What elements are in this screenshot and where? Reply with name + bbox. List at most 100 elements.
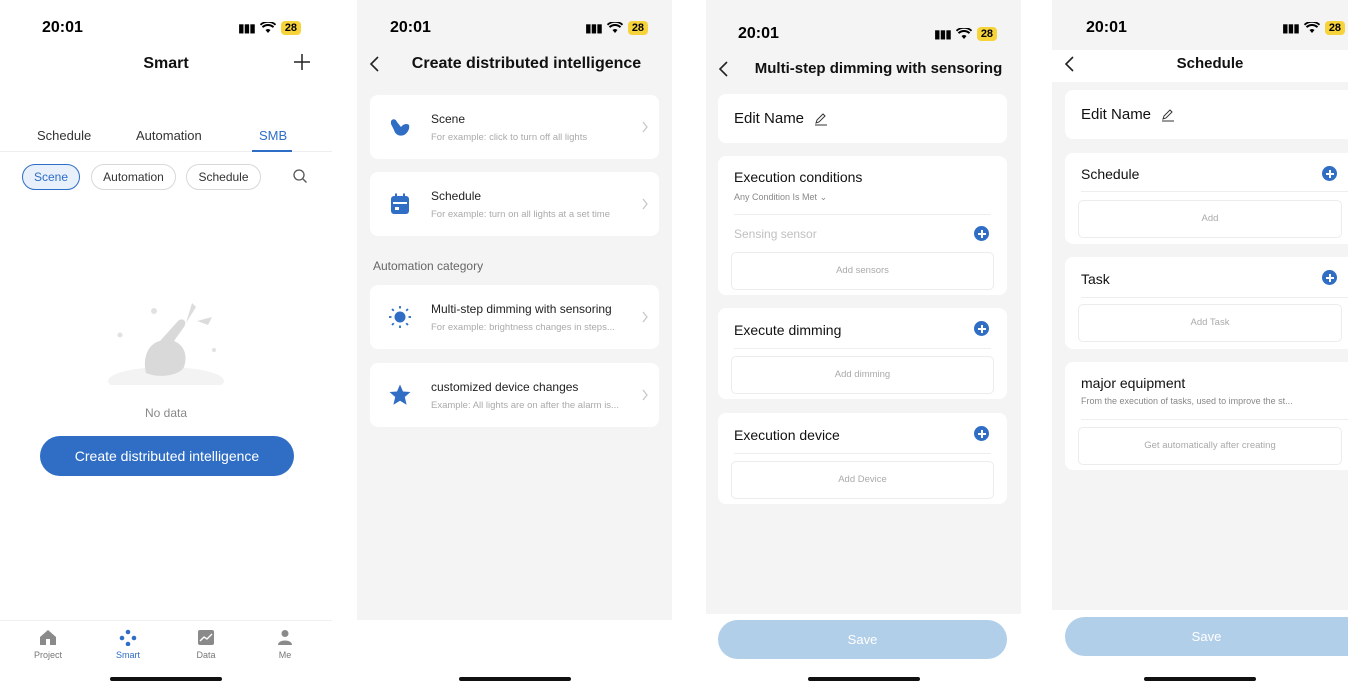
add-task-icon[interactable] xyxy=(1322,270,1337,285)
option-multi-step-dimming[interactable]: Multi-step dimming with sensoring For ex… xyxy=(370,285,659,349)
auto-equipment-field: Get automatically after creating xyxy=(1078,427,1342,465)
section-title: major equipment xyxy=(1081,375,1186,391)
chip-automation[interactable]: Automation xyxy=(91,164,176,190)
status-bar: 20:01 ▮▮▮ 28 xyxy=(1052,0,1348,56)
chevron-down-icon: ⌄ xyxy=(819,192,828,202)
add-dimming-icon[interactable] xyxy=(974,321,989,336)
execution-conditions-card: Execution conditions Any Condition Is Me… xyxy=(718,156,1007,295)
divider xyxy=(734,453,991,454)
option-title: Multi-step dimming with sensoring xyxy=(431,302,612,316)
nav-data[interactable]: Data xyxy=(181,629,231,660)
option-description: Example: All lights are on after the ala… xyxy=(431,400,619,411)
section-title: Execution conditions xyxy=(734,169,863,185)
nav-label-smart: Smart xyxy=(115,650,140,660)
condition-mode-select[interactable]: Any Condition Is Met ⌄ xyxy=(734,192,827,203)
home-indicator xyxy=(807,677,920,681)
edit-name-field[interactable]: Edit Name xyxy=(734,110,828,127)
home-icon xyxy=(40,630,56,645)
option-schedule[interactable]: Schedule For example: turn on all lights… xyxy=(370,172,659,236)
chevron-right-icon xyxy=(642,389,648,401)
sun-icon xyxy=(389,306,411,328)
edit-name-label: Edit Name xyxy=(1081,106,1152,123)
status-icons: ▮▮▮ 28 xyxy=(585,21,649,35)
option-customized-device-changes[interactable]: customized device changes Example: All l… xyxy=(370,363,659,427)
search-icon[interactable] xyxy=(292,168,308,184)
section-title: Execute dimming xyxy=(734,322,842,338)
status-bar: 20:01 ▮▮▮ 28 xyxy=(706,0,1021,56)
add-device-icon[interactable] xyxy=(974,426,989,441)
nav-smart[interactable]: Smart xyxy=(103,629,153,660)
chip-scene[interactable]: Scene xyxy=(22,164,80,190)
section-title: Execution device xyxy=(734,427,840,443)
divider xyxy=(1081,297,1348,298)
major-equipment-card: major equipment From the execution of ta… xyxy=(1065,362,1348,470)
divider xyxy=(1081,191,1348,192)
status-icons: ▮▮▮ 28 xyxy=(238,21,302,35)
header: Schedule xyxy=(1052,50,1348,82)
tab-schedule[interactable]: Schedule xyxy=(37,128,91,143)
schedule-screen: 20:01 ▮▮▮ 28 Schedule Edit Name Schedule… xyxy=(1052,0,1348,683)
option-title: Scene xyxy=(431,112,466,126)
edit-name-label: Edit Name xyxy=(734,110,805,127)
save-button[interactable]: Save xyxy=(718,620,1007,659)
home-indicator xyxy=(110,677,222,681)
execute-dimming-card: Execute dimming Add dimming xyxy=(718,308,1007,399)
status-time: 20:01 xyxy=(42,19,83,36)
nav-me[interactable]: Me xyxy=(260,629,310,660)
empty-state-illustration xyxy=(108,303,224,385)
edit-name-card[interactable]: Edit Name xyxy=(1065,90,1348,139)
status-bar: 20:01 ▮▮▮ 28 xyxy=(357,0,672,56)
add-sensors-button[interactable]: Add sensors xyxy=(731,252,994,290)
add-task-button[interactable]: Add Task xyxy=(1078,304,1342,342)
signal-icon: ▮▮▮ xyxy=(934,27,952,41)
signal-icon: ▮▮▮ xyxy=(1282,21,1300,35)
calendar-icon xyxy=(391,193,409,214)
status-time: 20:01 xyxy=(390,19,431,36)
edit-name-field[interactable]: Edit Name xyxy=(1081,106,1175,123)
option-scene[interactable]: Scene For example: click to turn off all… xyxy=(370,95,659,159)
create-distributed-intelligence-button[interactable]: Create distributed intelligence xyxy=(40,436,294,476)
chip-schedule[interactable]: Schedule xyxy=(186,164,261,190)
chevron-right-icon xyxy=(642,198,648,210)
chart-icon xyxy=(198,630,214,645)
signal-icon: ▮▮▮ xyxy=(585,21,603,35)
status-icons: ▮▮▮ 28 xyxy=(1282,21,1346,35)
condition-mode-label: Any Condition Is Met xyxy=(734,192,818,202)
status-bar: 20:01 ▮▮▮ 28 xyxy=(0,0,332,56)
tab-smb[interactable]: SMB xyxy=(259,128,287,143)
add-schedule-button[interactable]: Add xyxy=(1078,200,1342,238)
add-sensor-icon[interactable] xyxy=(974,226,989,241)
add-icon[interactable] xyxy=(292,52,312,72)
footer-area xyxy=(357,620,672,683)
smart-dots-icon xyxy=(119,629,137,646)
save-button[interactable]: Save xyxy=(1065,617,1348,656)
option-description: For example: turn on all lights at a set… xyxy=(431,209,610,220)
bottom-nav: Project Smart Data Me xyxy=(0,620,332,665)
nav-label-me: Me xyxy=(278,650,292,660)
section-title: Schedule xyxy=(1081,166,1140,182)
wifi-icon xyxy=(606,22,623,33)
add-schedule-icon[interactable] xyxy=(1322,166,1337,181)
pencil-icon xyxy=(1162,109,1175,122)
nav-label-project: Project xyxy=(33,650,62,660)
pencil-icon xyxy=(815,113,828,126)
person-icon xyxy=(278,630,292,645)
page-title: Schedule xyxy=(1176,55,1244,72)
page-title: Smart xyxy=(143,55,189,72)
add-dimming-button[interactable]: Add dimming xyxy=(731,356,994,394)
home-indicator xyxy=(458,677,571,681)
option-title: Schedule xyxy=(431,189,482,203)
multi-step-dimming-screen: 20:01 ▮▮▮ 28 Multi-step dimming with sen… xyxy=(706,0,1021,683)
section-description: From the execution of tasks, used to imp… xyxy=(1081,396,1293,406)
divider xyxy=(734,348,991,349)
sensor-placeholder: Sensing sensor xyxy=(734,227,817,241)
empty-state-text: No data xyxy=(144,406,188,420)
signal-icon: ▮▮▮ xyxy=(238,21,256,35)
nav-project[interactable]: Project xyxy=(23,629,73,660)
divider xyxy=(1081,419,1348,420)
add-device-button[interactable]: Add Device xyxy=(731,461,994,499)
tab-automation[interactable]: Automation xyxy=(136,128,202,143)
page-title: Multi-step dimming with sensoring xyxy=(754,60,1003,77)
edit-name-card[interactable]: Edit Name xyxy=(718,94,1007,143)
wifi-icon xyxy=(1303,22,1320,33)
